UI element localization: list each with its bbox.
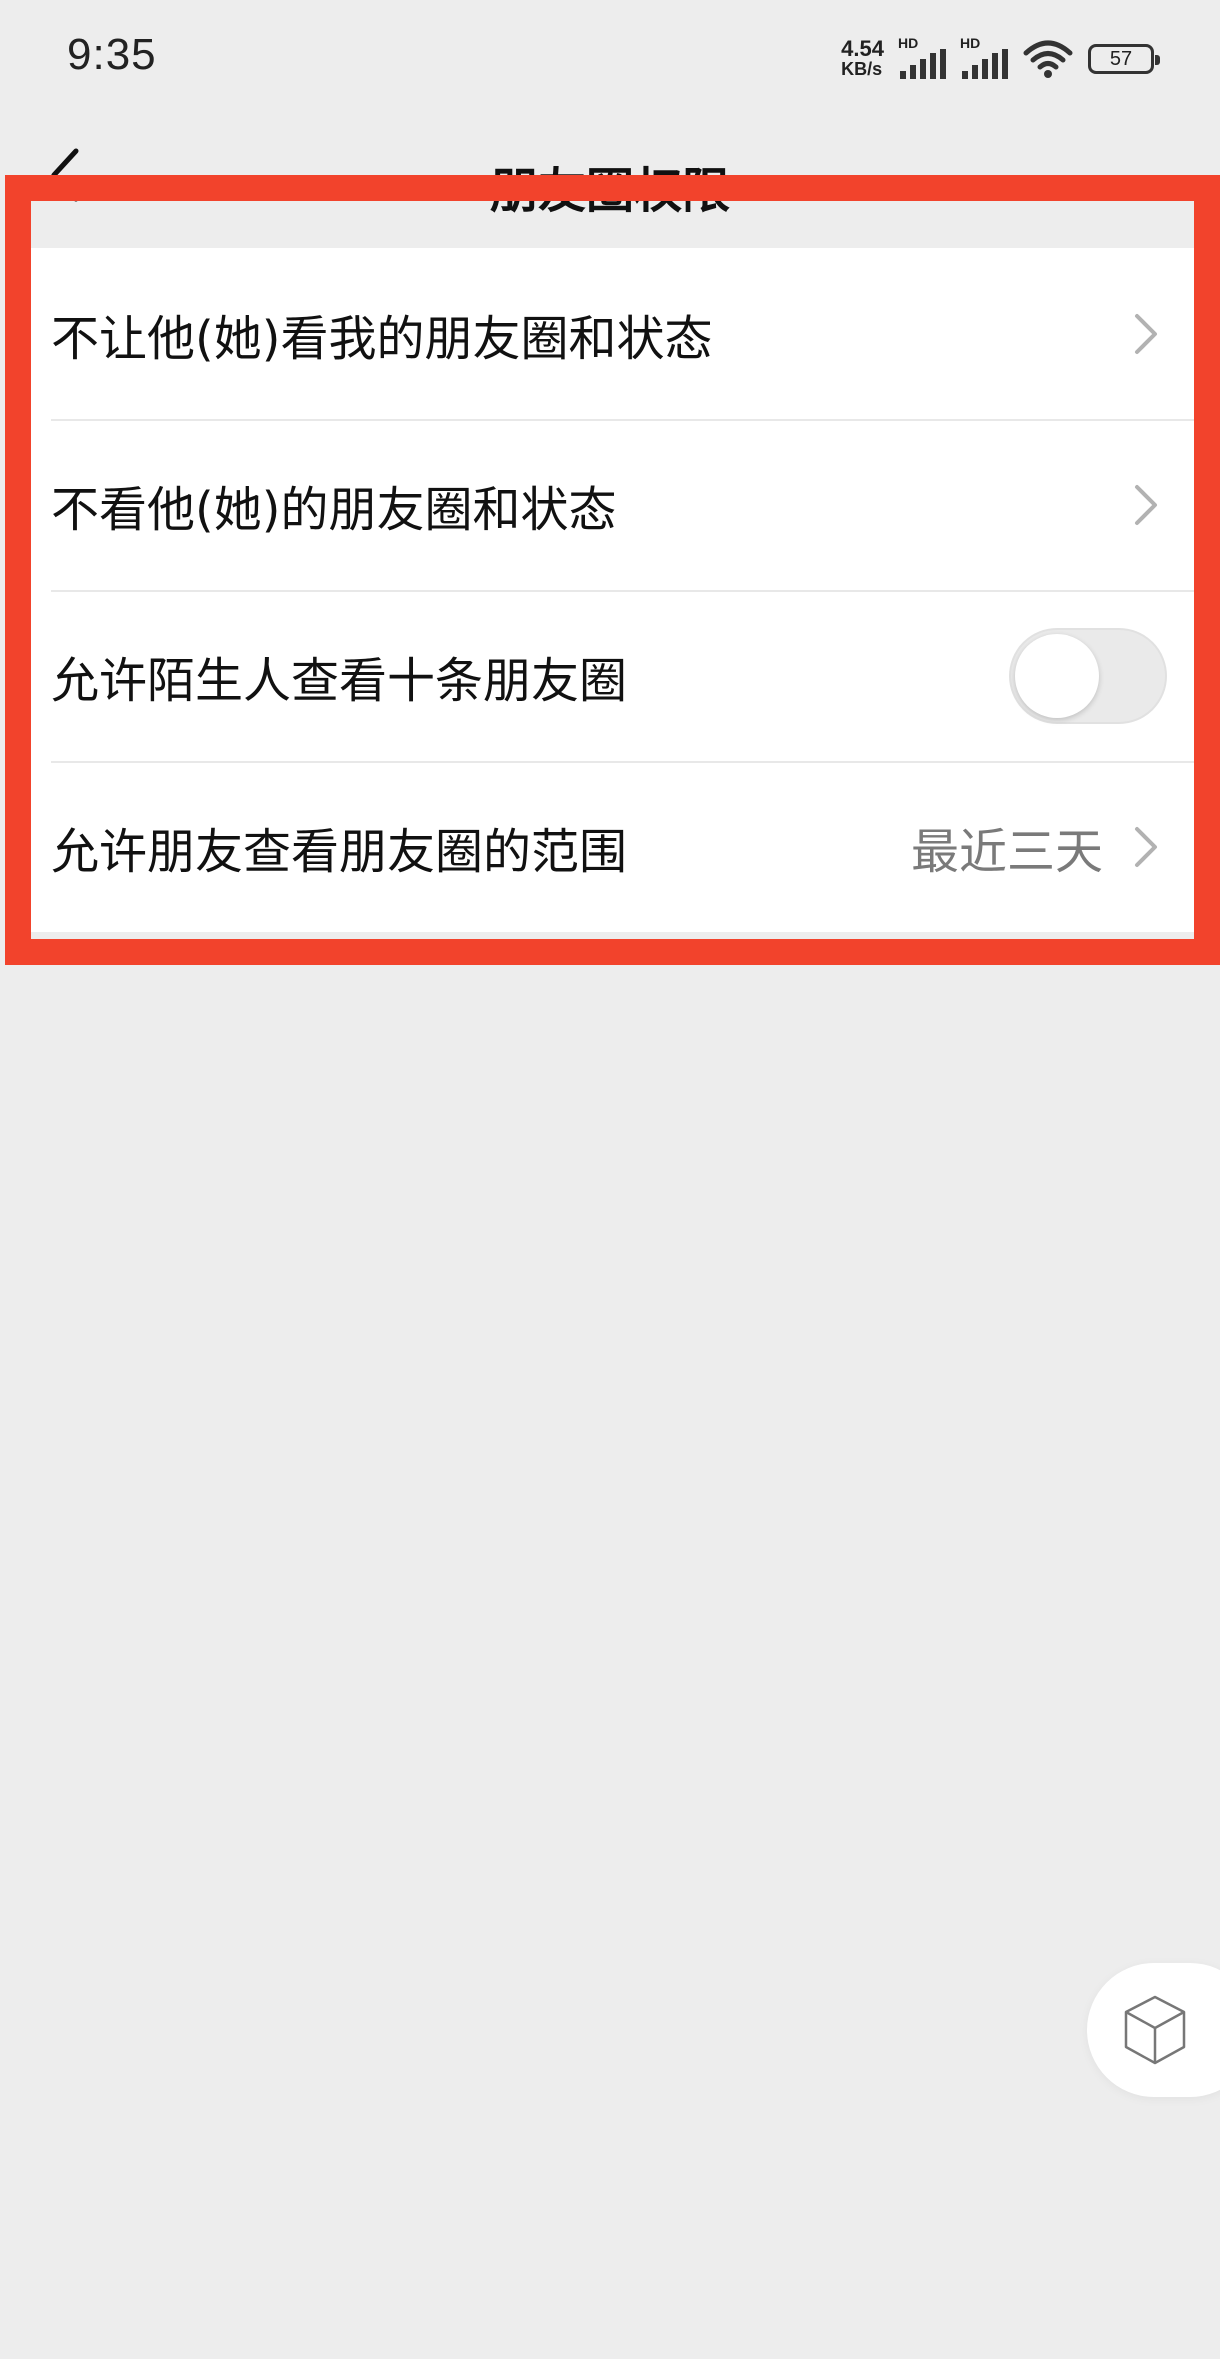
network-speed: 4.54 KB/s — [841, 36, 884, 80]
setting-friends-view-range[interactable]: 允许朋友查看朋友圈的范围 最近三天 — [31, 761, 1199, 932]
signal-1: HD — [898, 35, 946, 79]
status-icons: 4.54 KB/s HD HD 57 — [841, 35, 1160, 82]
network-speed-value: 4.54 — [841, 36, 884, 61]
setting-hide-their-moments[interactable]: 不看他(她)的朋友圈和状态 — [31, 419, 1199, 590]
signal-icon — [900, 49, 946, 79]
setting-label: 允许朋友查看朋友圈的范围 — [51, 823, 628, 880]
battery-icon: 57 — [1088, 44, 1160, 74]
toggle-knob — [1015, 633, 1099, 718]
setting-value: 最近三天 — [910, 823, 1103, 880]
setting-hide-my-moments[interactable]: 不让他(她)看我的朋友圈和状态 — [31, 248, 1199, 419]
status-bar: 9:35 4.54 KB/s HD HD 57 — [0, 0, 1220, 115]
floating-cube-button[interactable] — [1087, 1963, 1220, 2097]
chevron-right-icon — [1135, 313, 1157, 354]
network-speed-unit: KB/s — [841, 59, 883, 79]
stranger-ten-posts-toggle[interactable] — [1009, 627, 1167, 724]
settings-list: 不让他(她)看我的朋友圈和状态 不看他(她)的朋友圈和状态 允许陌生人查看十条朋… — [31, 248, 1199, 932]
signal-2: HD — [960, 35, 1008, 79]
hd-label: HD — [960, 35, 981, 51]
setting-label: 不让他(她)看我的朋友圈和状态 — [51, 310, 713, 367]
setting-stranger-ten-posts: 允许陌生人查看十条朋友圈 — [31, 590, 1199, 761]
hd-label: HD — [898, 35, 919, 51]
cube-icon — [1124, 1995, 1186, 2065]
setting-label: 允许陌生人查看十条朋友圈 — [51, 652, 628, 709]
setting-label: 不看他(她)的朋友圈和状态 — [51, 481, 617, 538]
status-time: 9:35 — [67, 30, 157, 79]
page-title: 朋友圈权限 — [489, 163, 730, 219]
chevron-right-icon — [1135, 484, 1157, 525]
battery-level: 57 — [1109, 47, 1133, 70]
chevron-right-icon — [1135, 826, 1157, 867]
signal-icon — [962, 49, 1008, 79]
nav-bar: 朋友圈权限 — [0, 115, 1220, 219]
wifi-icon — [1023, 40, 1073, 78]
